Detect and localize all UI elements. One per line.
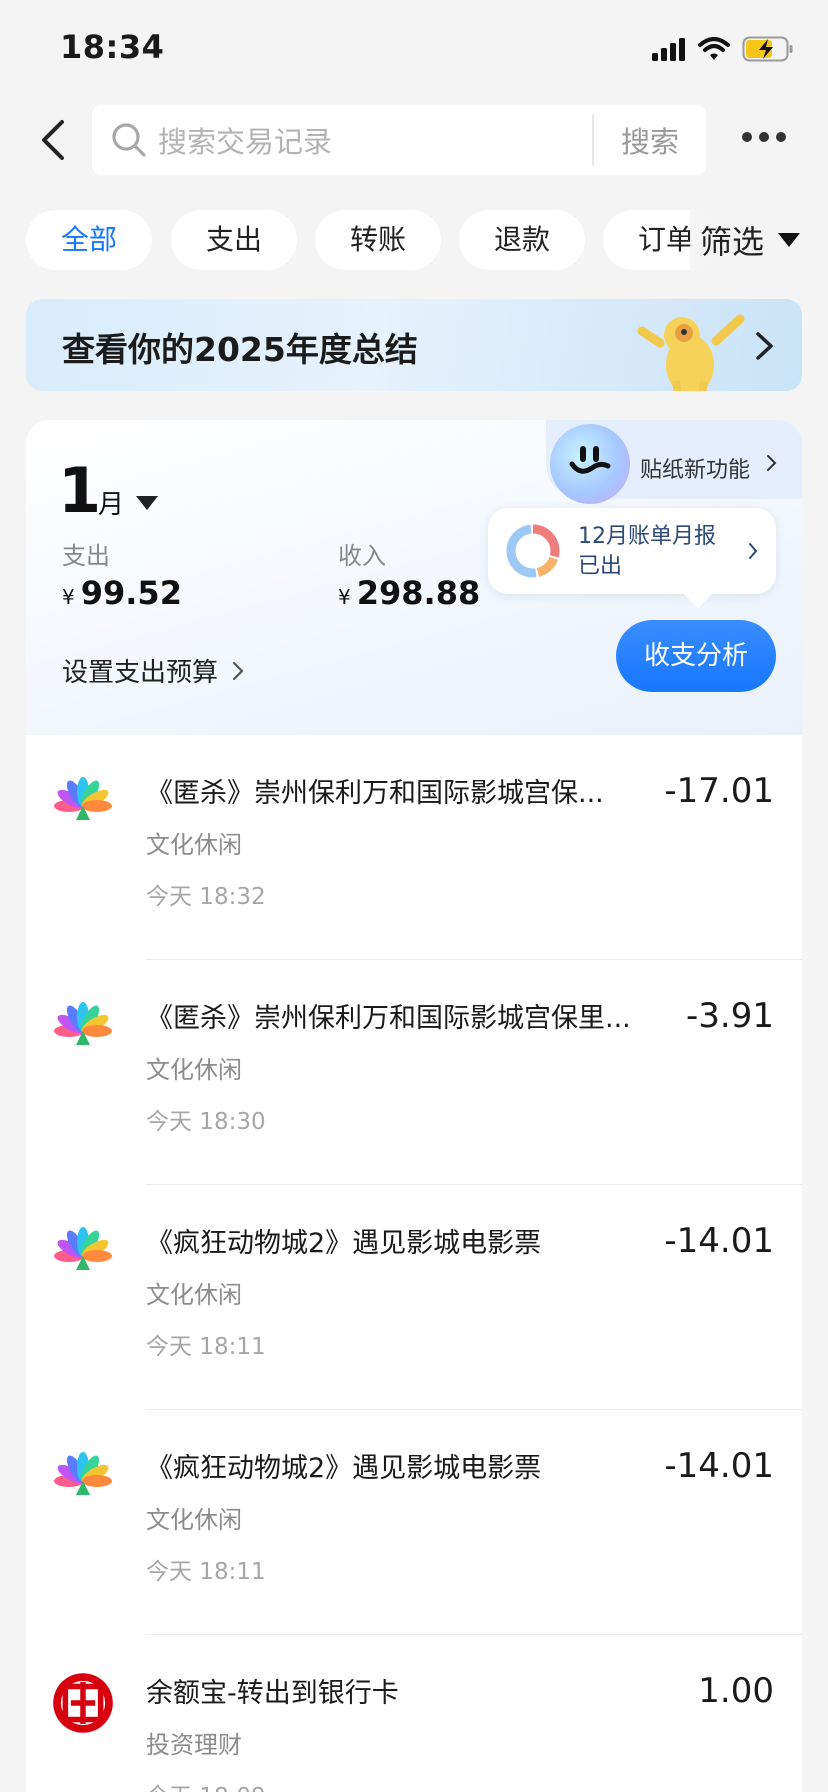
expense-currency: ¥ [62, 585, 75, 609]
transaction-title: 《疯狂动物城2》遇见影城电影票 [146, 1453, 542, 1484]
filter-tabs: 全部 支出 转账 退款 订单 筛选 [0, 210, 828, 270]
set-budget-link[interactable]: 设置支出预算 [62, 652, 244, 689]
income-label: 收入 [338, 542, 386, 570]
month-dropdown-icon[interactable] [136, 496, 158, 510]
transaction-time: 今天 18:09 [146, 1777, 266, 1792]
search-bar[interactable]: 搜索交易记录 搜索 [92, 105, 706, 175]
sticker-icon[interactable] [550, 424, 630, 504]
transaction-category: 投资理财 [146, 1731, 242, 1759]
caret-down-icon [778, 233, 801, 247]
income-expense-analysis-button[interactable]: 收支分析 [616, 620, 776, 692]
transaction-amount: -17.01 [664, 771, 774, 811]
tab-all[interactable]: 全部 [26, 210, 152, 270]
search-icon [112, 123, 146, 157]
wifi-icon [698, 37, 730, 60]
transaction-title: 《匿杀》崇州保利万和国际影城宫保... [146, 778, 604, 809]
tab-transfer[interactable]: 转账 [315, 210, 441, 270]
back-icon[interactable] [36, 118, 72, 162]
expense-total: ¥99.52 [62, 574, 182, 612]
tab-refund[interactable]: 退款 [459, 210, 585, 270]
transaction-time: 今天 18:30 [146, 1109, 266, 1135]
monthly-bill-popup[interactable]: 12月账单月报 已出 [488, 508, 776, 594]
transaction-time: 今天 18:11 [146, 1559, 266, 1585]
transaction-category: 文化休闲 [146, 1506, 242, 1534]
transaction-row[interactable]: 《疯狂动物城2》遇见影城电影票 文化休闲 今天 18:11 -14.01 [26, 1185, 802, 1410]
more-options-icon[interactable] [742, 130, 786, 144]
cellular-signal-icon [652, 38, 685, 61]
bill-report-text: 12月账单月报 已出 [578, 522, 716, 582]
transaction-row[interactable]: 《匿杀》崇州保利万和国际影城宫保里... 文化休闲 今天 18:30 -3.91 [26, 960, 802, 1185]
status-bar: 18:34 [0, 0, 828, 100]
pinwheel-icon [54, 777, 112, 820]
income-currency: ¥ [338, 585, 351, 609]
chevron-right-icon [767, 455, 777, 471]
status-icons [652, 34, 794, 64]
pinwheel-icon [54, 1452, 112, 1495]
transaction-time: 今天 18:11 [146, 1334, 266, 1360]
chevron-right-icon [232, 661, 244, 680]
search-button[interactable]: 搜索 [594, 119, 706, 161]
sticker-feature-label[interactable]: 贴纸新功能 [640, 452, 750, 484]
budget-label: 设置支出预算 [62, 658, 219, 688]
transaction-category: 文化休闲 [146, 1056, 242, 1084]
chevron-right-icon [756, 332, 773, 360]
filter-button[interactable]: 筛选 [690, 210, 828, 270]
transaction-amount: -3.91 [686, 996, 774, 1036]
filter-label: 筛选 [700, 223, 765, 261]
bank-icon [53, 1673, 113, 1733]
status-time: 18:34 [60, 28, 165, 66]
nav-bar: 搜索交易记录 搜索 [0, 104, 828, 176]
banner-title: 查看你的2025年度总结 [62, 330, 418, 369]
month-number[interactable]: 1 [58, 454, 101, 527]
expense-label: 支出 [62, 542, 110, 570]
pinwheel-icon [54, 1227, 112, 1270]
transaction-amount: -14.01 [664, 1446, 774, 1486]
transaction-row[interactable]: 余额宝-转出到银行卡 投资理财 今天 18:09 1.00 [26, 1635, 802, 1792]
transaction-title: 《疯狂动物城2》遇见影城电影票 [146, 1228, 542, 1259]
month-summary: 贴纸新功能 1 月 支出 ¥99.52 收入 ¥298.88 设置支出预算 12… [26, 420, 802, 735]
month-unit[interactable]: 月 [98, 484, 124, 521]
search-input[interactable]: 搜索交易记录 [158, 119, 592, 161]
transaction-category: 文化休闲 [146, 831, 242, 859]
income-amount: 298.88 [356, 574, 481, 612]
transaction-title: 《匿杀》崇州保利万和国际影城宫保里... [146, 1003, 631, 1034]
tab-expense[interactable]: 支出 [171, 210, 297, 270]
transaction-row[interactable]: 《匿杀》崇州保利万和国际影城宫保... 文化休闲 今天 18:32 -17.01 [26, 735, 802, 960]
transactions-card: 贴纸新功能 1 月 支出 ¥99.52 收入 ¥298.88 设置支出预算 12… [26, 420, 802, 1792]
bill-report-line1: 12月账单月报 [578, 524, 716, 549]
transaction-category: 文化休闲 [146, 1281, 242, 1309]
transaction-time: 今天 18:32 [146, 884, 266, 910]
chevron-right-icon [749, 543, 758, 559]
pinwheel-icon [54, 1002, 112, 1045]
expense-amount: 99.52 [80, 574, 182, 612]
transaction-title: 余额宝-转出到银行卡 [146, 1678, 399, 1709]
annual-summary-banner[interactable]: 查看你的2025年度总结 [26, 299, 802, 391]
donut-chart-icon [506, 524, 560, 578]
mascot-icon [637, 314, 745, 391]
bill-report-line2: 已出 [578, 554, 623, 579]
transaction-amount: 1.00 [698, 1671, 774, 1711]
transaction-row[interactable]: 《疯狂动物城2》遇见影城电影票 文化休闲 今天 18:11 -14.01 [26, 1410, 802, 1635]
transaction-amount: -14.01 [664, 1221, 774, 1261]
battery-charging-icon [742, 36, 793, 62]
income-total: ¥298.88 [338, 574, 480, 612]
smiley-face-icon [569, 446, 611, 474]
